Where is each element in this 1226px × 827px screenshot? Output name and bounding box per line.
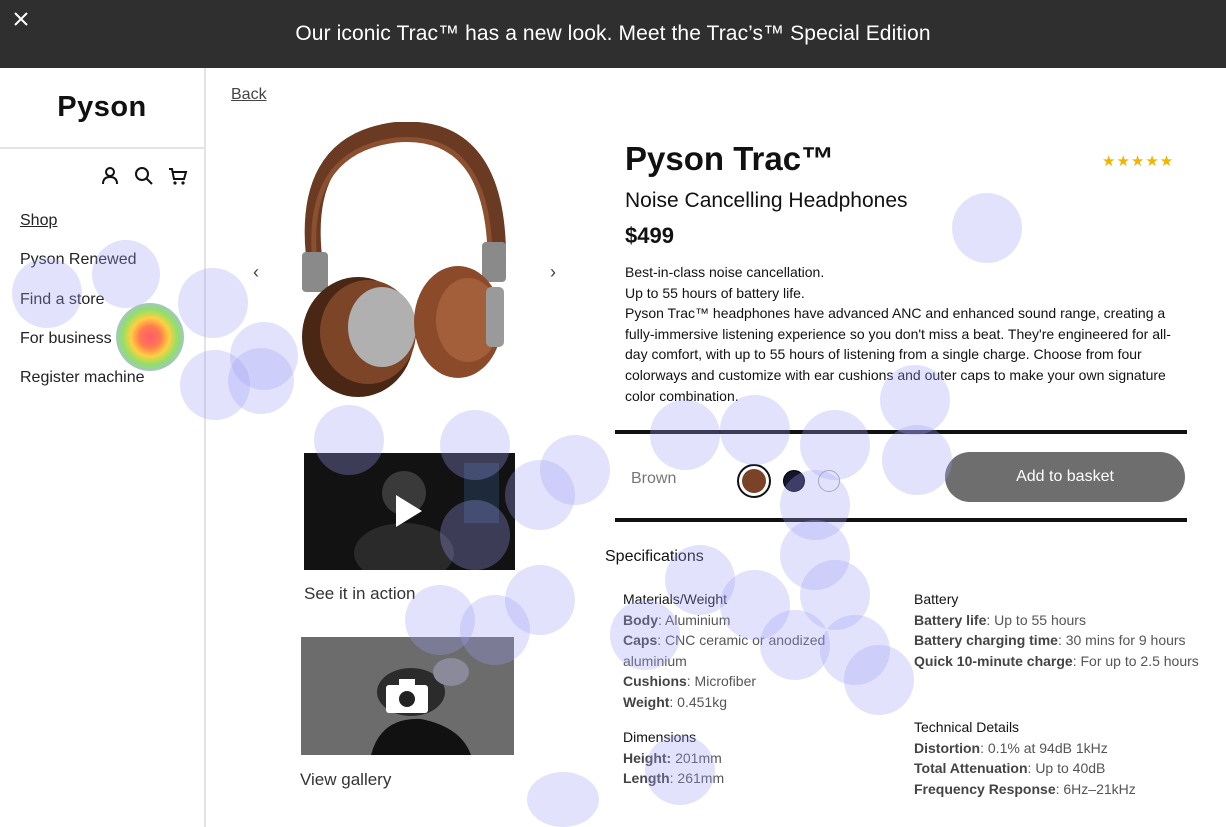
product-description: Best-in-class noise cancellation. Up to … bbox=[625, 262, 1185, 406]
spec-key: Weight bbox=[623, 693, 670, 710]
spec-row: Battery life: Up to 55 hours bbox=[914, 610, 1219, 631]
swatch-white[interactable] bbox=[818, 470, 840, 492]
gallery-next-arrow[interactable]: › bbox=[550, 262, 556, 283]
rating-stars[interactable]: ★★★★★ bbox=[1102, 152, 1174, 170]
spec-heading: Materials/Weight bbox=[623, 591, 728, 607]
video-thumbnail[interactable] bbox=[304, 453, 515, 570]
spec-value: : 261mm bbox=[669, 770, 725, 787]
swatch-navy[interactable] bbox=[783, 470, 805, 492]
selected-color-label: Brown bbox=[631, 470, 677, 487]
spec-key: Battery charging time bbox=[914, 632, 1058, 649]
sidebar-icons bbox=[100, 166, 188, 186]
description-line: Best-in-class noise cancellation. bbox=[625, 264, 825, 280]
spec-row: Quick 10-minute charge: For up to 2.5 ho… bbox=[914, 651, 1219, 672]
spec-materials: Materials/Weight Body: Aluminium Caps: C… bbox=[623, 589, 873, 713]
gallery-prev-arrow[interactable]: ‹ bbox=[253, 262, 259, 283]
spec-value: 201mm bbox=[671, 749, 722, 766]
spec-value: : Up to 55 hours bbox=[986, 611, 1086, 628]
sidebar: Pyson Shop Pyson Renewed Find a store Fo… bbox=[0, 68, 206, 827]
spec-key: Total Attenuation bbox=[914, 760, 1028, 777]
spec-key: Quick 10-minute charge bbox=[914, 652, 1073, 669]
gallery-caption[interactable]: View gallery bbox=[300, 770, 391, 790]
heatmap-blob bbox=[780, 520, 850, 590]
camera-icon[interactable] bbox=[386, 679, 428, 713]
spec-row: Battery charging time: 30 mins for 9 hou… bbox=[914, 630, 1219, 651]
heatmap-blob bbox=[228, 348, 294, 414]
purchase-panel: Brown Add to basket bbox=[615, 430, 1187, 522]
spec-value: : Microfiber bbox=[686, 673, 757, 690]
play-icon[interactable] bbox=[394, 493, 424, 529]
spec-key: Body bbox=[623, 611, 658, 628]
gallery-thumbnail[interactable] bbox=[301, 637, 514, 755]
spec-value: : Aluminium bbox=[658, 611, 731, 628]
spec-heading: Battery bbox=[914, 591, 959, 607]
product-title: Pyson Trac™ bbox=[625, 140, 835, 177]
spec-key: Battery life bbox=[914, 611, 987, 628]
spec-row: Length: 261mm bbox=[623, 768, 873, 789]
spec-key: Cushions bbox=[623, 673, 687, 690]
product-image-headphones bbox=[302, 122, 506, 397]
spec-key: Height: bbox=[623, 749, 672, 766]
back-link[interactable]: Back bbox=[231, 86, 267, 104]
logo[interactable]: Pyson bbox=[0, 68, 204, 149]
spec-row: Cushions: Microfiber bbox=[623, 671, 873, 692]
user-icon[interactable] bbox=[100, 166, 120, 186]
heatmap-blob bbox=[505, 460, 575, 530]
promo-banner: Our iconic Trac™ has a new look. Meet th… bbox=[0, 0, 1226, 68]
spec-row: Caps: CNC ceramic or anodized aluminium bbox=[623, 630, 873, 671]
heatmap-blob bbox=[505, 565, 575, 635]
spec-dimensions: Dimensions Height: 201mm Length: 261mm bbox=[623, 727, 873, 789]
description-paragraph: Pyson Trac™ headphones have advanced ANC… bbox=[625, 305, 1171, 404]
spec-value: : For up to 2.5 hours bbox=[1072, 652, 1199, 669]
spec-battery: Battery Battery life: Up to 55 hours Bat… bbox=[914, 589, 1219, 671]
spec-row: Weight: 0.451kg bbox=[623, 692, 873, 713]
video-caption[interactable]: See it in action bbox=[304, 584, 416, 604]
spec-row: Height: 201mm bbox=[623, 748, 873, 769]
sidebar-item-pyson-renewed[interactable]: Pyson Renewed bbox=[20, 251, 145, 290]
product-subtitle: Noise Cancelling Headphones bbox=[625, 189, 908, 212]
spec-heading: Dimensions bbox=[623, 729, 697, 745]
cart-icon[interactable] bbox=[168, 166, 188, 186]
search-icon[interactable] bbox=[134, 166, 154, 186]
spec-row: Distortion: 0.1% at 94dB 1kHz bbox=[914, 738, 1214, 759]
description-line: Up to 55 hours of battery life. bbox=[625, 284, 805, 301]
heatmap-blob bbox=[540, 435, 610, 505]
spec-key: Frequency Response bbox=[914, 780, 1056, 797]
spec-value: : 0.1% at 94dB 1kHz bbox=[980, 739, 1108, 756]
spec-key: Caps bbox=[623, 632, 658, 649]
sidebar-item-find-a-store[interactable]: Find a store bbox=[20, 291, 145, 330]
spec-value: : Up to 40dB bbox=[1027, 760, 1106, 777]
spec-heading: Technical Details bbox=[914, 719, 1020, 735]
sidebar-item-for-business[interactable]: For business bbox=[20, 330, 145, 369]
add-to-basket-button[interactable]: Add to basket bbox=[945, 452, 1185, 502]
spec-row: Total Attenuation: Up to 40dB bbox=[914, 758, 1214, 779]
specifications-title: Specifications bbox=[605, 548, 704, 565]
spec-value: : 30 mins for 9 hours bbox=[1057, 632, 1186, 649]
spec-row: Frequency Response: 6Hz–21kHz bbox=[914, 779, 1214, 800]
sidebar-item-shop[interactable]: Shop bbox=[20, 212, 145, 251]
spec-technical: Technical Details Distortion: 0.1% at 94… bbox=[914, 717, 1214, 799]
heatmap-blob bbox=[952, 193, 1022, 263]
spec-key: Distortion bbox=[914, 739, 981, 756]
spec-value: : 0.451kg bbox=[669, 693, 728, 710]
spec-row: Body: Aluminium bbox=[623, 610, 873, 631]
banner-text[interactable]: Our iconic Trac™ has a new look. Meet th… bbox=[295, 22, 930, 46]
product-price: $499 bbox=[625, 223, 674, 248]
sidebar-item-register-machine[interactable]: Register machine bbox=[20, 369, 145, 408]
sidebar-nav: Shop Pyson Renewed Find a store For busi… bbox=[20, 212, 145, 408]
close-icon[interactable] bbox=[12, 10, 30, 28]
heatmap-blob bbox=[527, 772, 599, 827]
spec-key: Length bbox=[623, 770, 670, 787]
swatch-brown[interactable] bbox=[737, 464, 771, 498]
spec-value: : 6Hz–21kHz bbox=[1055, 780, 1136, 797]
